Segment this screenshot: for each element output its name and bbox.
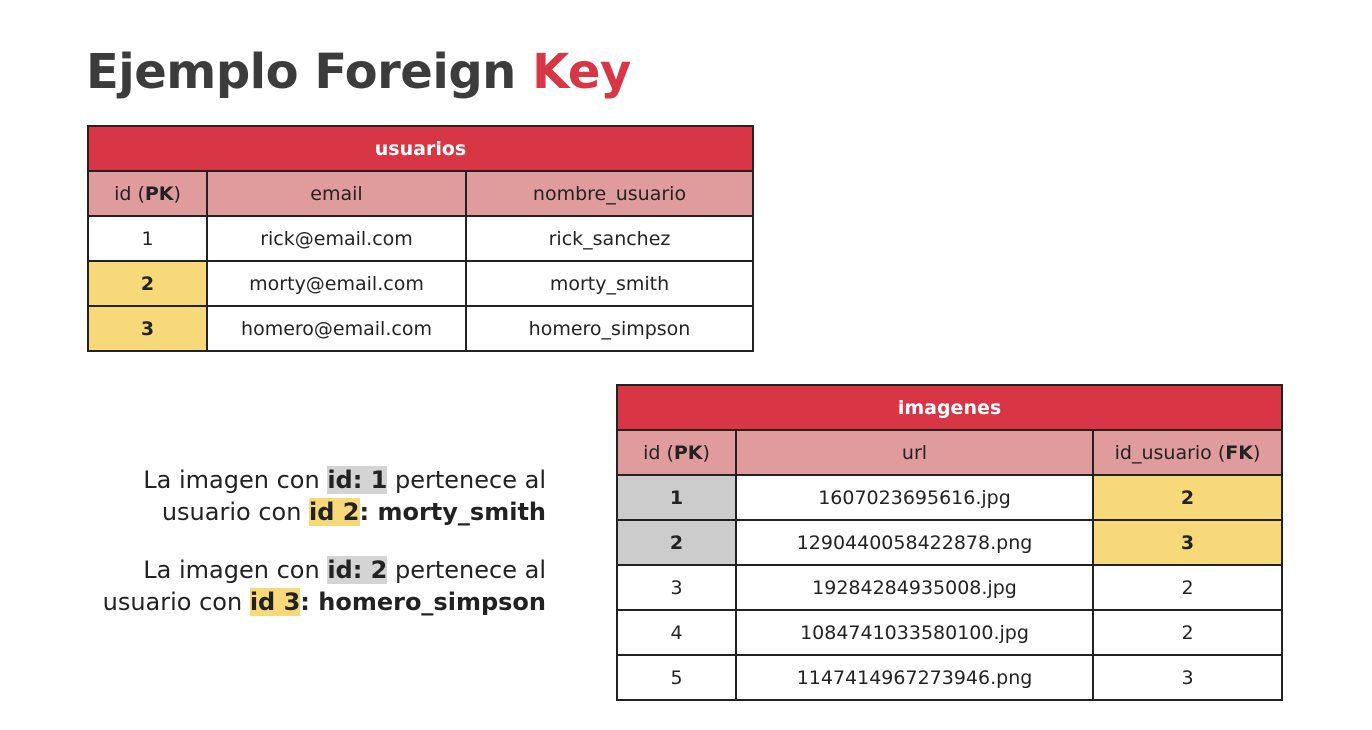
note-2: La imagen con id: 2 pertenece al usuario… bbox=[26, 554, 546, 618]
header-id-close: ) bbox=[173, 182, 181, 205]
imagenes-caption-row: imagenes bbox=[615, 384, 1284, 431]
imagen-fk-highlighted: 2 bbox=[1091, 474, 1284, 521]
imagen-url: 1147414967273946.png bbox=[735, 654, 1094, 701]
table-row: 5 1147414967273946.png 3 bbox=[616, 654, 1284, 701]
usuario-id: 1 bbox=[87, 215, 208, 262]
usuarios-caption: usuarios bbox=[86, 125, 755, 172]
usuario-id-highlighted: 2 bbox=[87, 260, 208, 307]
imagen-id: 5 bbox=[616, 654, 737, 701]
usuario-email: rick@email.com bbox=[206, 215, 467, 262]
header-id-text: id ( bbox=[643, 441, 674, 464]
imagen-id-highlighted: 1 bbox=[616, 474, 737, 521]
note-user-name: : morty_smith bbox=[359, 498, 546, 526]
imagenes-header-row: id (PK) url id_usuario (FK) bbox=[616, 429, 1284, 476]
imagen-fk: 2 bbox=[1091, 564, 1284, 611]
header-pk-key: PK bbox=[673, 441, 703, 464]
imagen-url: 19284284935008.jpg bbox=[735, 564, 1094, 611]
note-text: pertenece al bbox=[387, 466, 546, 494]
usuario-email: homero@email.com bbox=[206, 305, 467, 352]
page-title: Ejemplo Foreign Key bbox=[86, 44, 631, 102]
table-row: 3 19284284935008.jpg 2 bbox=[616, 564, 1284, 611]
header-fk-close: ) bbox=[1252, 441, 1261, 464]
imagen-fk: 2 bbox=[1091, 609, 1284, 656]
imagen-fk: 3 bbox=[1091, 654, 1284, 701]
title-accent: Key bbox=[532, 44, 631, 100]
table-row: 2 morty@email.com morty_smith bbox=[87, 260, 755, 307]
imagen-id: 3 bbox=[616, 564, 737, 611]
table-row: 1 1607023695616.jpg 2 bbox=[616, 474, 1284, 521]
imagen-url: 1607023695616.jpg bbox=[735, 474, 1094, 521]
imagen-id-highlighted: 2 bbox=[616, 519, 737, 566]
note-text: usuario con bbox=[102, 588, 250, 616]
imagenes-table: imagenes id (PK) url id_usuario (FK) 1 1… bbox=[615, 384, 1284, 701]
header-nombre-usuario: nombre_usuario bbox=[464, 170, 755, 217]
usuario-nombre: morty_smith bbox=[464, 260, 755, 307]
header-fk-text: id_usuario ( bbox=[1114, 441, 1226, 464]
header-id-usuario-fk: id_usuario (FK) bbox=[1091, 429, 1284, 476]
header-email: email bbox=[206, 170, 467, 217]
usuarios-table: usuarios id (PK) email nombre_usuario 1 … bbox=[86, 125, 755, 352]
usuario-nombre: rick_sanchez bbox=[464, 215, 755, 262]
note-text: usuario con bbox=[161, 498, 310, 526]
note-1: La imagen con id: 1 pertenece al usuario… bbox=[26, 464, 546, 528]
imagen-fk-highlighted: 3 bbox=[1091, 519, 1284, 566]
header-id-pk: id (PK) bbox=[87, 170, 208, 217]
note-user-id: id 3 bbox=[249, 588, 301, 616]
imagen-id: 4 bbox=[616, 609, 737, 656]
imagen-url: 1084741033580100.jpg bbox=[735, 609, 1094, 656]
title-main: Ejemplo Foreign bbox=[86, 44, 516, 100]
usuario-id-highlighted: 3 bbox=[87, 305, 208, 352]
table-row: 1 rick@email.com rick_sanchez bbox=[87, 215, 755, 262]
usuarios-caption-row: usuarios bbox=[86, 125, 755, 172]
header-url: url bbox=[735, 429, 1094, 476]
table-row: 4 1084741033580100.jpg 2 bbox=[616, 609, 1284, 656]
usuarios-header-row: id (PK) email nombre_usuario bbox=[87, 170, 755, 217]
note-text: pertenece al bbox=[387, 556, 546, 584]
explanation-notes: La imagen con id: 1 pertenece al usuario… bbox=[26, 464, 546, 644]
imagen-url: 1290440058422878.png bbox=[735, 519, 1094, 566]
table-row: 2 1290440058422878.png 3 bbox=[616, 519, 1284, 566]
note-text: La imagen con bbox=[143, 556, 328, 584]
header-id-text: id ( bbox=[114, 182, 145, 205]
note-user-id: id 2 bbox=[309, 498, 360, 526]
usuario-email: morty@email.com bbox=[206, 260, 467, 307]
note-user-name: : homero_simpson bbox=[300, 588, 546, 616]
header-fk-key: FK bbox=[1225, 441, 1253, 464]
note-image-id: id: 2 bbox=[327, 556, 388, 584]
note-image-id: id: 1 bbox=[327, 466, 388, 494]
header-pk-key: PK bbox=[144, 182, 174, 205]
note-text: La imagen con bbox=[143, 466, 328, 494]
header-id-close: ) bbox=[702, 441, 710, 464]
header-id-pk: id (PK) bbox=[616, 429, 737, 476]
imagenes-caption: imagenes bbox=[615, 384, 1284, 431]
usuario-nombre: homero_simpson bbox=[464, 305, 755, 352]
table-row: 3 homero@email.com homero_simpson bbox=[87, 305, 755, 352]
